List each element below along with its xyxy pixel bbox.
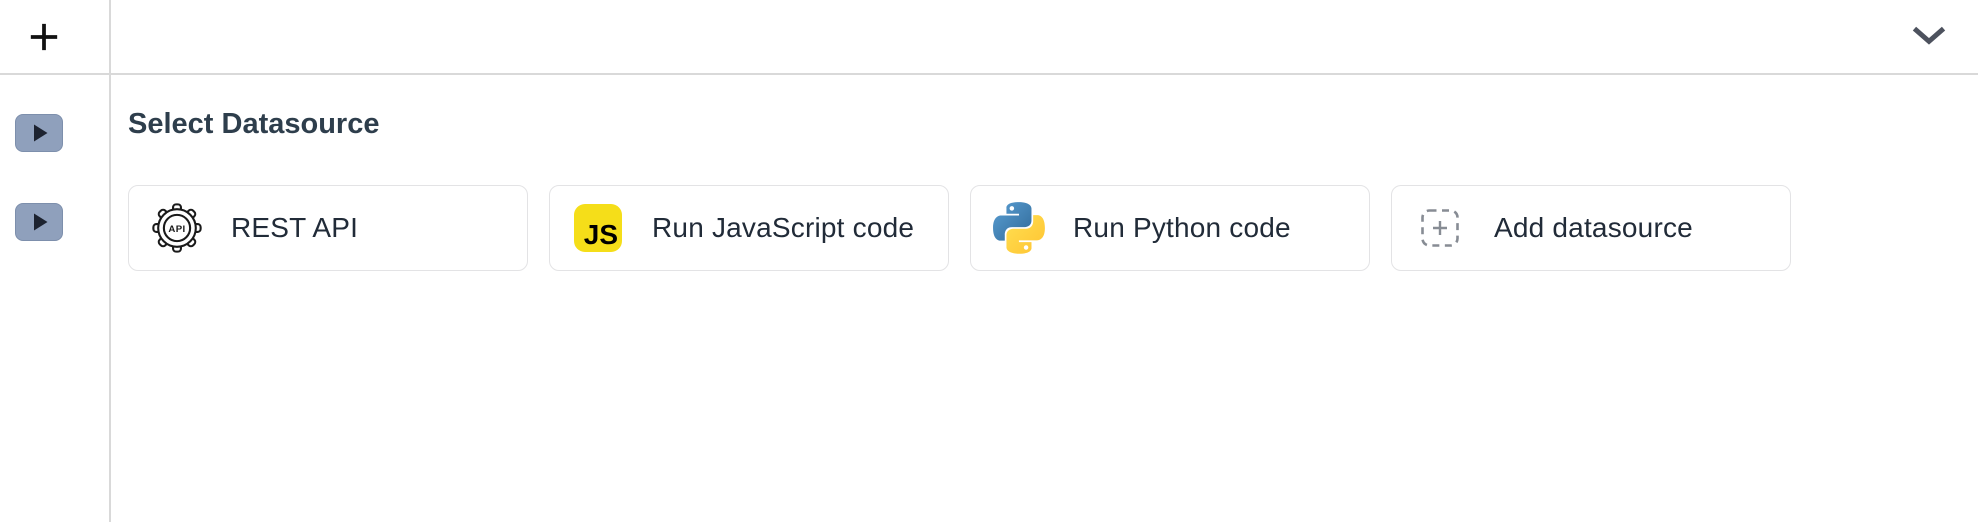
datasource-card-label: Run Python code — [1073, 212, 1291, 244]
datasource-card-run-javascript[interactable]: JS Run JavaScript code — [549, 185, 949, 271]
datasource-card-label: Run JavaScript code — [652, 212, 914, 244]
run-query-button[interactable] — [15, 203, 63, 241]
datasource-card-label: REST API — [231, 212, 358, 244]
plus-icon — [28, 21, 60, 53]
page-title: Select Datasource — [128, 109, 379, 141]
add-query-button[interactable] — [24, 17, 64, 57]
query-builder-panel: Select Datasource — [0, 0, 1978, 522]
python-icon — [991, 200, 1047, 256]
datasource-picker: Select Datasource — [113, 75, 1978, 522]
query-run-rail — [0, 75, 111, 522]
add-datasource-dashed-icon — [1412, 200, 1468, 256]
datasource-card-list: API REST API JS Run JavaScript code — [128, 185, 1791, 271]
rest-api-icon-text: API — [168, 224, 185, 235]
rest-api-gear-icon: API — [149, 200, 205, 256]
javascript-icon-text: JS — [574, 204, 622, 252]
panel-topbar — [0, 0, 1978, 75]
tab-strip-left-cell — [0, 0, 111, 73]
javascript-icon: JS — [570, 200, 626, 256]
datasource-card-rest-api[interactable]: API REST API — [128, 185, 528, 271]
play-icon — [30, 124, 48, 142]
datasource-card-label: Add datasource — [1494, 212, 1693, 244]
collapse-panel-button[interactable] — [1906, 21, 1952, 49]
run-query-button[interactable] — [15, 114, 63, 152]
datasource-card-run-python[interactable]: Run Python code — [970, 185, 1370, 271]
play-icon — [30, 213, 48, 231]
chevron-down-icon — [1910, 25, 1948, 45]
datasource-card-add-datasource[interactable]: Add datasource — [1391, 185, 1791, 271]
